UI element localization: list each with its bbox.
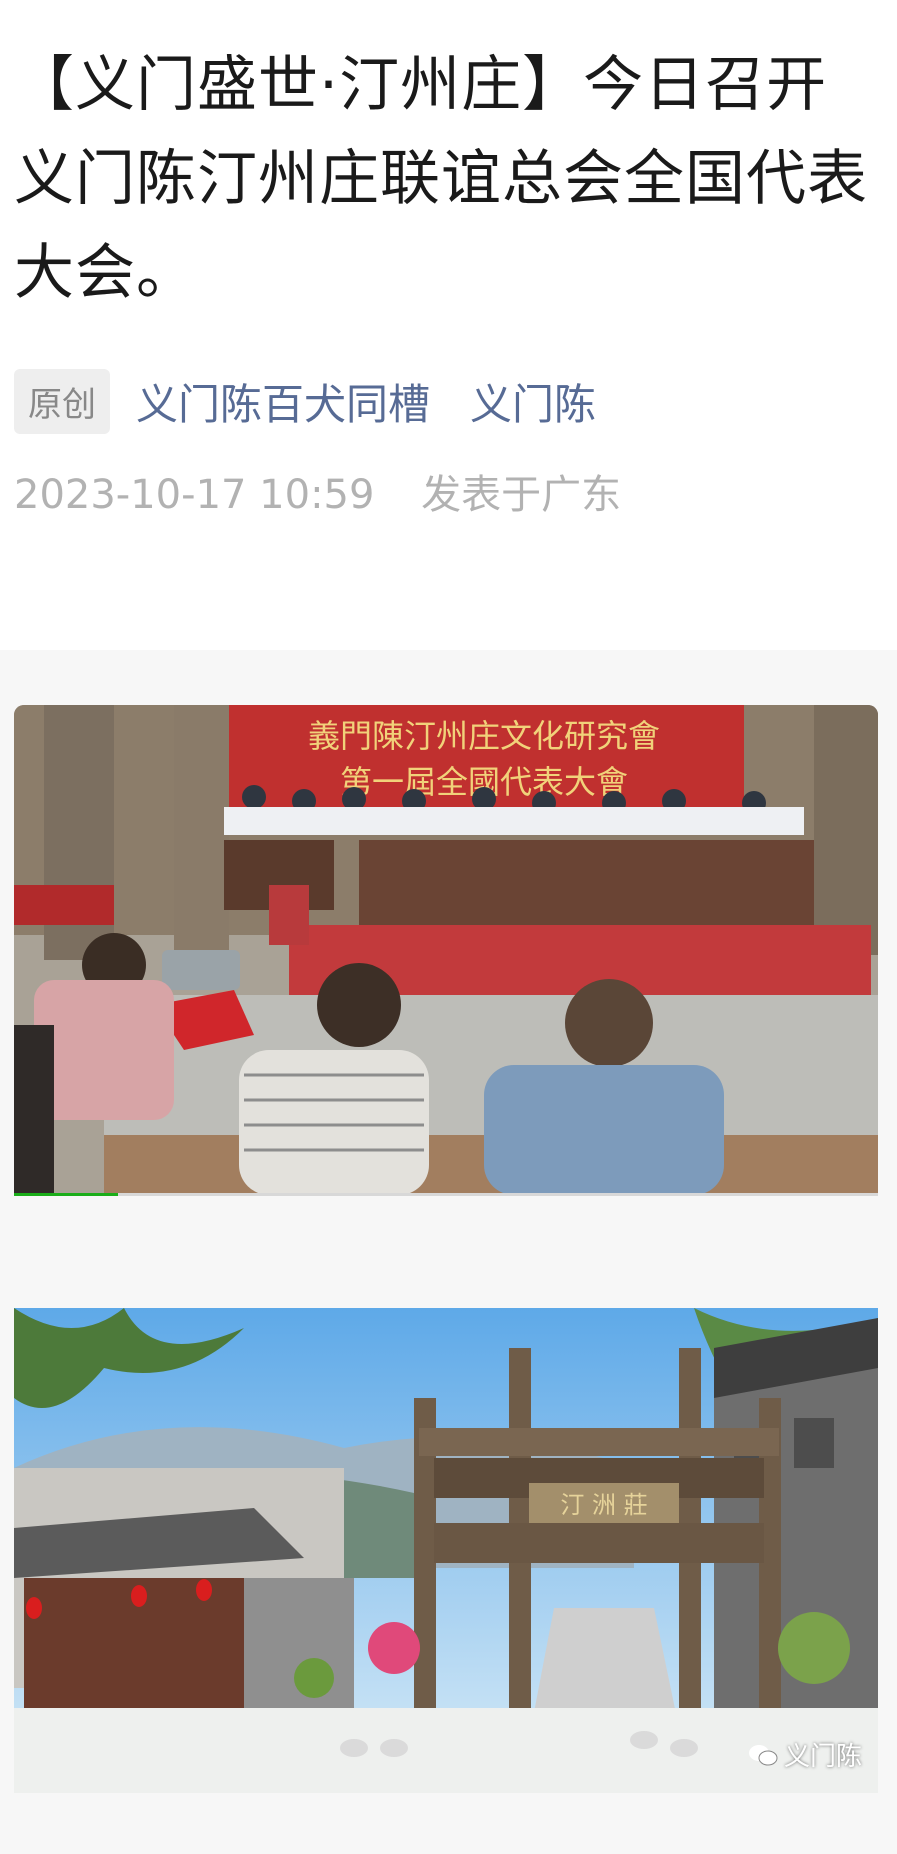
publish-location: 发表于广东 (421, 472, 622, 518)
wechat-watermark: 义门陈 (748, 1736, 862, 1773)
archway-photo[interactable]: 汀 洲 莊 义门陈 (14, 1308, 878, 1793)
gate-plaque: 汀 洲 莊 (560, 1491, 647, 1519)
meeting-photo: 義門陳汀州庄文化研究會 第一屆全國代表大會 (14, 705, 878, 1195)
meeting-video[interactable]: 義門陳汀州庄文化研究會 第一屆全國代表大會 (14, 705, 878, 1195)
author-link[interactable]: 义门陈百犬同槽 (136, 371, 430, 432)
archway-scene: 汀 洲 莊 (14, 1308, 878, 1793)
video-progress-bar[interactable] (14, 1193, 878, 1196)
watermark-text: 义门陈 (783, 1742, 862, 1772)
publish-info: 2023-10-17 10:59 发表于广东 (14, 462, 621, 520)
publish-datetime: 2023-10-17 10:59 (14, 472, 375, 518)
article-meta: 原创 义门陈百犬同槽 义门陈 (14, 368, 596, 434)
banner-line1: 義門陳汀州庄文化研究會 (308, 717, 660, 755)
wechat-icon (748, 1744, 778, 1765)
account-link[interactable]: 义门陈 (470, 371, 596, 432)
article-header: 【义门盛世·汀州庄】今日召开义门陈汀州庄联谊总会全国代表大会。 原创 义门陈百犬… (0, 0, 897, 650)
video-progress-fill (14, 1193, 118, 1196)
article-title: 【义门盛世·汀州庄】今日召开义门陈汀州庄联谊总会全国代表大会。 (14, 50, 868, 308)
original-badge: 原创 (14, 368, 110, 434)
